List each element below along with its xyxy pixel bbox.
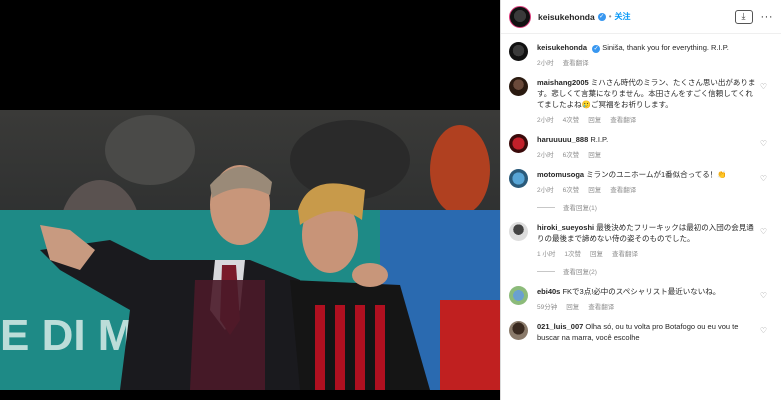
view-replies-toggle[interactable]: 查看回复(2) bbox=[537, 266, 773, 276]
commenter-avatar[interactable] bbox=[509, 134, 528, 153]
download-icon[interactable]: ⤓ bbox=[734, 9, 753, 24]
comment: haruuuuu_888 R.I.P. 2小时 6次赞 回复 ♡ bbox=[509, 134, 773, 159]
reply-button[interactable]: 回复 bbox=[566, 301, 579, 311]
replies-divider bbox=[537, 206, 555, 208]
comment-likes[interactable]: 6次赞 bbox=[563, 149, 580, 159]
commenter-username[interactable]: hiroki_sueyoshi bbox=[537, 223, 594, 232]
post-side-panel: keisukehonda ✓ • 关注 ⤓ ··· keisukehonda ✓… bbox=[500, 0, 781, 400]
commenter-avatar[interactable] bbox=[509, 321, 528, 340]
commenter-username[interactable]: ebi40s bbox=[537, 287, 560, 296]
verified-badge-icon: ✓ bbox=[592, 45, 601, 53]
view-replies-label[interactable]: 查看回复(1) bbox=[563, 202, 597, 212]
reply-button[interactable]: 回复 bbox=[588, 149, 601, 159]
post-caption: keisukehonda ✓ Siniša, thank you for eve… bbox=[509, 42, 773, 67]
comment-time: 2小时 bbox=[537, 187, 554, 194]
comment-likes[interactable]: 4次赞 bbox=[563, 114, 580, 124]
comment-time: 2小时 bbox=[537, 117, 554, 124]
commenter-avatar[interactable] bbox=[509, 222, 528, 241]
comment: motomusoga ミランのユニホームが1番似合ってる！👏 2小时 6次赞 回… bbox=[509, 169, 773, 194]
like-heart-icon[interactable]: ♡ bbox=[760, 82, 767, 91]
verified-badge-icon: ✓ bbox=[597, 12, 606, 21]
comment-time: 1 小时 bbox=[537, 251, 556, 258]
photo-illustration: E DI MILANO bbox=[0, 110, 500, 390]
comment-likes[interactable]: 1次赞 bbox=[564, 248, 581, 258]
translate-link[interactable]: 查看翻译 bbox=[610, 114, 636, 124]
more-options-icon[interactable]: ··· bbox=[761, 11, 774, 23]
caption-avatar[interactable] bbox=[509, 42, 528, 61]
comment: hiroki_sueyoshi 最後決めたフリーキックは最初の入団の会見通りの最… bbox=[509, 222, 773, 258]
author-username[interactable]: keisukehonda bbox=[538, 12, 595, 22]
view-replies-toggle[interactable]: 查看回复(1) bbox=[537, 202, 773, 212]
scroll-fade bbox=[501, 388, 781, 400]
reply-button[interactable]: 回复 bbox=[588, 184, 601, 194]
comment-time: 2小时 bbox=[537, 152, 554, 159]
instagram-post-viewer: E DI MILANO bbox=[0, 0, 781, 400]
comment: ebi40s FKで3点!必中のスペシャリスト最近いないね。 59分钟 回复 查… bbox=[509, 286, 773, 311]
like-heart-icon[interactable]: ♡ bbox=[760, 174, 767, 183]
comment-text: ミランのユニホームが1番似合ってる！👏 bbox=[586, 170, 727, 179]
caption-text: Siniša, thank you for everything. R.I.P. bbox=[602, 43, 729, 52]
translate-link[interactable]: 查看翻译 bbox=[612, 248, 638, 258]
caption-translate-link[interactable]: 查看翻译 bbox=[563, 57, 589, 67]
comment-time: 59分钟 bbox=[537, 304, 558, 311]
view-replies-label[interactable]: 查看回复(2) bbox=[563, 266, 597, 276]
post-header: keisukehonda ✓ • 关注 ⤓ ··· bbox=[501, 0, 781, 34]
replies-divider bbox=[537, 270, 555, 272]
commenter-username[interactable]: 021_luis_007 bbox=[537, 322, 583, 331]
caption-username[interactable]: keisukehonda bbox=[537, 43, 587, 52]
post-media-area: E DI MILANO bbox=[0, 0, 500, 400]
commenter-username[interactable]: motomusoga bbox=[537, 170, 584, 179]
comment-likes[interactable]: 6次赞 bbox=[563, 184, 580, 194]
separator-dot: • bbox=[608, 12, 612, 21]
commenter-avatar[interactable] bbox=[509, 286, 528, 305]
like-heart-icon[interactable]: ♡ bbox=[760, 139, 767, 148]
commenter-username[interactable]: maishang2005 bbox=[537, 78, 589, 87]
post-photo[interactable]: E DI MILANO bbox=[0, 110, 500, 390]
comment: maishang2005 ミハさん時代のミラン、たくさん思い出があります。悲しく… bbox=[509, 77, 773, 124]
comment-text: R.I.P. bbox=[590, 135, 609, 144]
commenter-avatar[interactable] bbox=[509, 77, 528, 96]
comments-list: keisukehonda ✓ Siniša, thank you for eve… bbox=[501, 34, 781, 343]
author-avatar[interactable] bbox=[509, 5, 531, 28]
like-heart-icon[interactable]: ♡ bbox=[760, 227, 767, 236]
translate-link[interactable]: 查看翻译 bbox=[610, 184, 636, 194]
commenter-avatar[interactable] bbox=[509, 169, 528, 188]
reply-button[interactable]: 回复 bbox=[588, 114, 601, 124]
reply-button[interactable]: 回复 bbox=[590, 248, 603, 258]
like-heart-icon[interactable]: ♡ bbox=[760, 291, 767, 300]
caption-time: 2小时 bbox=[537, 60, 554, 67]
commenter-username[interactable]: haruuuuu_888 bbox=[537, 135, 588, 144]
translate-link[interactable]: 查看翻译 bbox=[588, 301, 614, 311]
comment-text: FKで3点!必中のスペシャリスト最近いないね。 bbox=[562, 287, 721, 296]
follow-button[interactable]: 关注 bbox=[615, 11, 631, 22]
like-heart-icon[interactable]: ♡ bbox=[760, 326, 767, 335]
comment: 021_luis_007 Olha só, ou tu volta pro Bo… bbox=[509, 321, 773, 343]
